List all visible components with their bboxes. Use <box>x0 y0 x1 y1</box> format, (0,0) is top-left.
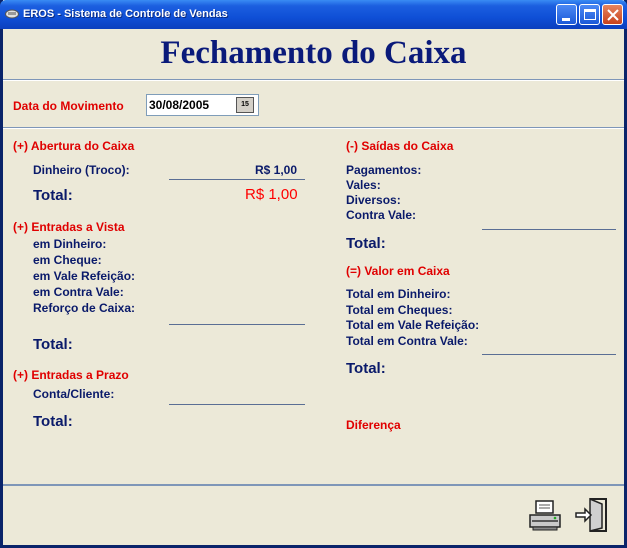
dinheiro-troco-label: Dinheiro (Troco): <box>33 163 130 177</box>
date-label: Data do Movimento <box>13 99 124 113</box>
exit-door-icon <box>575 497 607 532</box>
saidas-title: (-) Saídas do Caixa <box>346 139 454 153</box>
exit-button[interactable] <box>573 496 609 532</box>
valor-caixa-total-label: Total: <box>346 360 386 377</box>
app-icon <box>5 9 19 19</box>
maximize-button[interactable] <box>579 4 600 25</box>
window-title: EROS - Sistema de Controle de Vendas <box>23 8 228 20</box>
dinheiro-troco-value: R$ 1,00 <box>255 163 298 177</box>
calendar-icon: 15 <box>241 101 249 108</box>
title-bar[interactable]: EROS - Sistema de Controle de Vendas <box>0 0 627 29</box>
abertura-total-label: Total: <box>33 187 73 204</box>
abertura-total-value: R$ 1,00 <box>245 186 298 203</box>
minimize-icon <box>562 18 570 21</box>
em-contra-vale-label: em Contra Vale: <box>33 285 124 299</box>
printer-icon <box>529 500 561 531</box>
em-dinheiro-label: em Dinheiro: <box>33 237 107 251</box>
main-window: EROS - Sistema de Controle de Vendas Fec… <box>0 0 627 548</box>
entradas-vista-title: (+) Entradas a Vista <box>13 220 125 234</box>
em-vale-refeicao-label: em Vale Refeição: <box>33 269 136 283</box>
pagamentos-label: Pagamentos: <box>346 163 422 177</box>
total-dinheiro-label: Total em Dinheiro: <box>346 287 451 301</box>
entradas-prazo-total-label: Total: <box>33 413 73 430</box>
minimize-button[interactable] <box>556 4 577 25</box>
saidas-sum-line <box>482 229 616 230</box>
total-vale-refeicao-label: Total em Vale Refeição: <box>346 318 480 332</box>
date-divider <box>3 127 624 129</box>
total-contra-vale-label: Total em Contra Vale: <box>346 334 468 348</box>
valor-caixa-sum-line <box>482 354 616 355</box>
conta-cliente-label: Conta/Cliente: <box>33 387 115 401</box>
reforco-caixa-label: Reforço de Caixa: <box>33 301 136 315</box>
print-button[interactable] <box>527 498 563 534</box>
abertura-sum-line <box>169 179 305 180</box>
abertura-title: (+) Abertura do Caixa <box>13 139 135 153</box>
footer-divider <box>3 484 624 486</box>
em-cheque-label: em Cheque: <box>33 253 102 267</box>
maximize-icon <box>584 9 596 20</box>
close-button[interactable] <box>602 4 623 25</box>
calendar-button[interactable]: 15 <box>236 97 254 113</box>
contra-vale-label: Contra Vale: <box>346 208 417 222</box>
diferenca-label: Diferença <box>346 418 401 432</box>
entradas-prazo-title: (+) Entradas a Prazo <box>13 368 129 382</box>
valor-caixa-title: (=) Valor em Caixa <box>346 264 450 278</box>
entradas-prazo-sum-line <box>169 404 305 405</box>
close-icon <box>607 9 619 21</box>
total-cheques-label: Total em Cheques: <box>346 303 453 317</box>
page-title: Fechamento do Caixa <box>160 35 467 71</box>
saidas-total-label: Total: <box>346 235 386 252</box>
entradas-vista-total-label: Total: <box>33 336 73 353</box>
diversos-label: Diversos: <box>346 193 401 207</box>
vales-label: Vales: <box>346 178 381 192</box>
entradas-vista-sum-line <box>169 324 305 325</box>
header-divider <box>3 79 624 81</box>
